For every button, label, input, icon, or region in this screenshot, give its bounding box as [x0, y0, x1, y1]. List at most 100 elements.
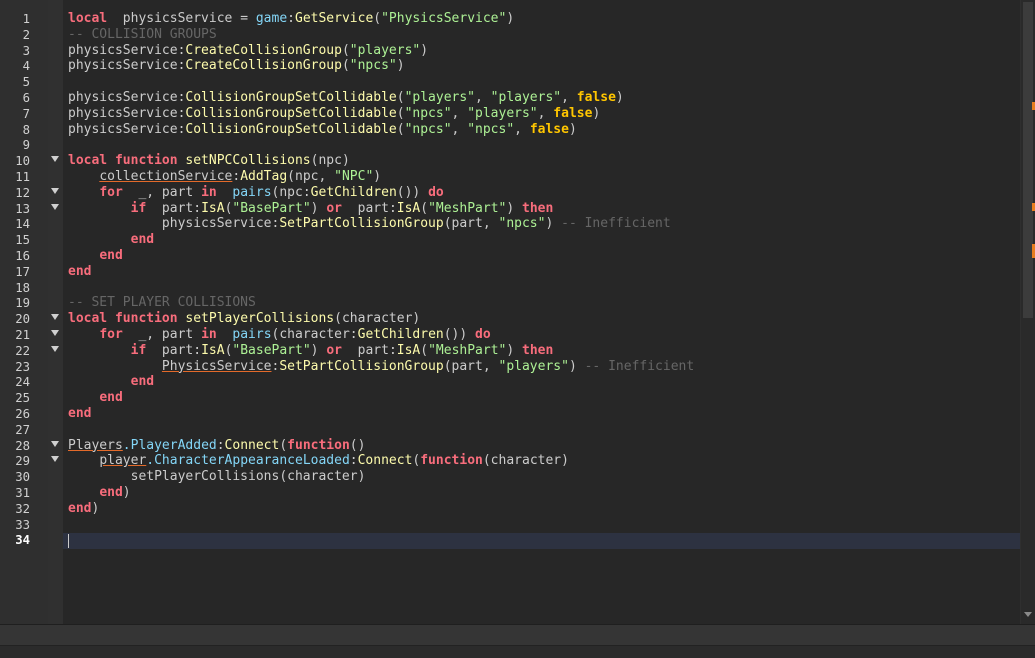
script-editor[interactable]: 1local physicsService = game:GetService(…: [0, 0, 1035, 624]
code-line[interactable]: 14 physicsService:SetPartCollisionGroup(…: [0, 216, 1020, 232]
code-token: in: [201, 327, 217, 342]
line-number: 21: [0, 327, 30, 343]
code-line[interactable]: 19-- SET PLAYER COLLISIONS: [0, 295, 1020, 311]
code-token: end: [68, 264, 91, 279]
code-text: physicsService:SetPartCollisionGroup(par…: [68, 216, 671, 232]
code-text: Players.PlayerAdded:Connect(function(): [68, 438, 365, 454]
code-token: (character:: [272, 327, 358, 342]
code-token: end: [99, 248, 122, 263]
code-line[interactable]: 24 end: [0, 374, 1020, 390]
code-line[interactable]: 31 end): [0, 485, 1020, 501]
code-line[interactable]: 27: [0, 422, 1020, 438]
code-token: CreateCollisionGroup: [185, 43, 342, 58]
code-line[interactable]: 26end: [0, 406, 1020, 422]
line-number: 19: [0, 295, 30, 311]
code-line[interactable]: 3physicsService:CreateCollisionGroup("pl…: [0, 43, 1020, 59]
scrollbar-thumb[interactable]: [1023, 2, 1033, 318]
code-token: ): [506, 343, 522, 358]
code-text: local physicsService = game:GetService("…: [68, 11, 514, 27]
code-line[interactable]: 20 local function setPlayerCollisions(cha…: [0, 311, 1020, 327]
code-token: function: [420, 453, 483, 468]
line-number: 10: [0, 153, 30, 169]
code-token: ,: [561, 90, 577, 105]
code-line[interactable]: 34: [0, 532, 1020, 548]
code-token: ,: [452, 106, 468, 121]
fold-arrow-icon[interactable]: [51, 188, 59, 194]
fold-arrow-icon[interactable]: [51, 330, 59, 336]
horizontal-scrollbar[interactable]: [0, 624, 1035, 645]
code-line[interactable]: 28Players.PlayerAdded:Connect(function(): [0, 438, 1020, 454]
vertical-scrollbar[interactable]: [1021, 0, 1035, 624]
code-line[interactable]: 16 end: [0, 248, 1020, 264]
line-number: 9: [0, 137, 30, 153]
code-token: physicsService:: [68, 58, 185, 73]
code-token: ): [616, 90, 624, 105]
code-line[interactable]: 6physicsService:CollisionGroupSetCollida…: [0, 90, 1020, 106]
line-number: 29: [0, 453, 30, 469]
scroll-down-arrow-icon[interactable]: [1024, 612, 1032, 617]
fold-arrow-icon[interactable]: [51, 456, 59, 462]
code-token: (character): [483, 453, 569, 468]
code-text: local function setPlayerCollisions(chara…: [68, 311, 420, 327]
code-token: IsA: [201, 343, 224, 358]
code-token: [68, 359, 162, 374]
code-token: (part,: [444, 216, 499, 231]
code-line[interactable]: 33: [0, 517, 1020, 533]
code-line[interactable]: 21 for _, part in pairs(character:GetChi…: [0, 327, 1020, 343]
code-token: [68, 232, 131, 247]
code-line[interactable]: 23 PhysicsService:SetPartCollisionGroup(…: [0, 359, 1020, 375]
code-token: in: [201, 185, 217, 200]
code-token: ,: [538, 106, 554, 121]
code-token: if: [131, 343, 147, 358]
code-line[interactable]: 32end): [0, 501, 1020, 517]
code-token: ): [592, 106, 600, 121]
fold-arrow-icon[interactable]: [51, 156, 59, 162]
code-token: ()): [397, 185, 428, 200]
code-token: AddTag: [240, 169, 287, 184]
code-token: part:: [342, 201, 397, 216]
code-token: [68, 343, 131, 358]
code-token: end: [68, 406, 91, 421]
code-line[interactable]: 22 if part:IsA("BasePart") or part:IsA("…: [0, 343, 1020, 359]
code-line[interactable]: 5: [0, 74, 1020, 90]
code-token: "players": [405, 90, 475, 105]
code-token: -- Inefficient: [561, 216, 671, 231]
code-line[interactable]: 15 end: [0, 232, 1020, 248]
code-token: setNPCCollisions: [178, 153, 311, 168]
code-line[interactable]: 10local function setNPCCollisions(npc): [0, 153, 1020, 169]
fold-arrow-icon[interactable]: [51, 441, 59, 447]
code-line[interactable]: 18: [0, 280, 1020, 296]
code-line[interactable]: 11 collectionService:AddTag(npc, "NPC"): [0, 169, 1020, 185]
line-number: 20: [0, 311, 30, 327]
code-text: physicsService:CollisionGroupSetCollidab…: [68, 122, 577, 138]
code-token: for: [99, 185, 122, 200]
code-line[interactable]: 7physicsService:CollisionGroupSetCollida…: [0, 106, 1020, 122]
code-token: ): [91, 501, 99, 516]
code-text: if part:IsA("BasePart") or part:IsA("Mes…: [68, 343, 553, 359]
code-line[interactable]: 17end: [0, 264, 1020, 280]
code-token: GetChildren: [358, 327, 444, 342]
code-token: :: [217, 438, 225, 453]
code-line[interactable]: 2-- COLLISION GROUPS: [0, 27, 1020, 43]
code-token: _, part: [123, 327, 201, 342]
code-line[interactable]: 25 end: [0, 390, 1020, 406]
code-line[interactable]: 1local physicsService = game:GetService(…: [0, 11, 1020, 27]
code-text: physicsService:CollisionGroupSetCollidab…: [68, 106, 600, 122]
fold-arrow-icon[interactable]: [51, 314, 59, 320]
code-line[interactable]: 29 player.CharacterAppearanceLoaded:Conn…: [0, 453, 1020, 469]
code-token: pairs: [232, 185, 271, 200]
code-line[interactable]: 4physicsService:CreateCollisionGroup("np…: [0, 58, 1020, 74]
fold-arrow-icon[interactable]: [51, 346, 59, 352]
code-token: CollisionGroupSetCollidable: [185, 122, 396, 137]
code-token: ): [123, 485, 131, 500]
code-line[interactable]: 12 for _, part in pairs(npc:GetChildren(…: [0, 185, 1020, 201]
code-text: end: [68, 248, 123, 264]
code-token: [68, 201, 131, 216]
code-line[interactable]: 9: [0, 137, 1020, 153]
fold-arrow-icon[interactable]: [51, 204, 59, 210]
code-line[interactable]: 30 setPlayerCollisions(character): [0, 469, 1020, 485]
code-line[interactable]: 13 if part:IsA("BasePart") or part:IsA("…: [0, 201, 1020, 217]
code-line[interactable]: 8physicsService:CollisionGroupSetCollida…: [0, 122, 1020, 138]
line-number: 24: [0, 374, 30, 390]
code-token: (: [342, 43, 350, 58]
